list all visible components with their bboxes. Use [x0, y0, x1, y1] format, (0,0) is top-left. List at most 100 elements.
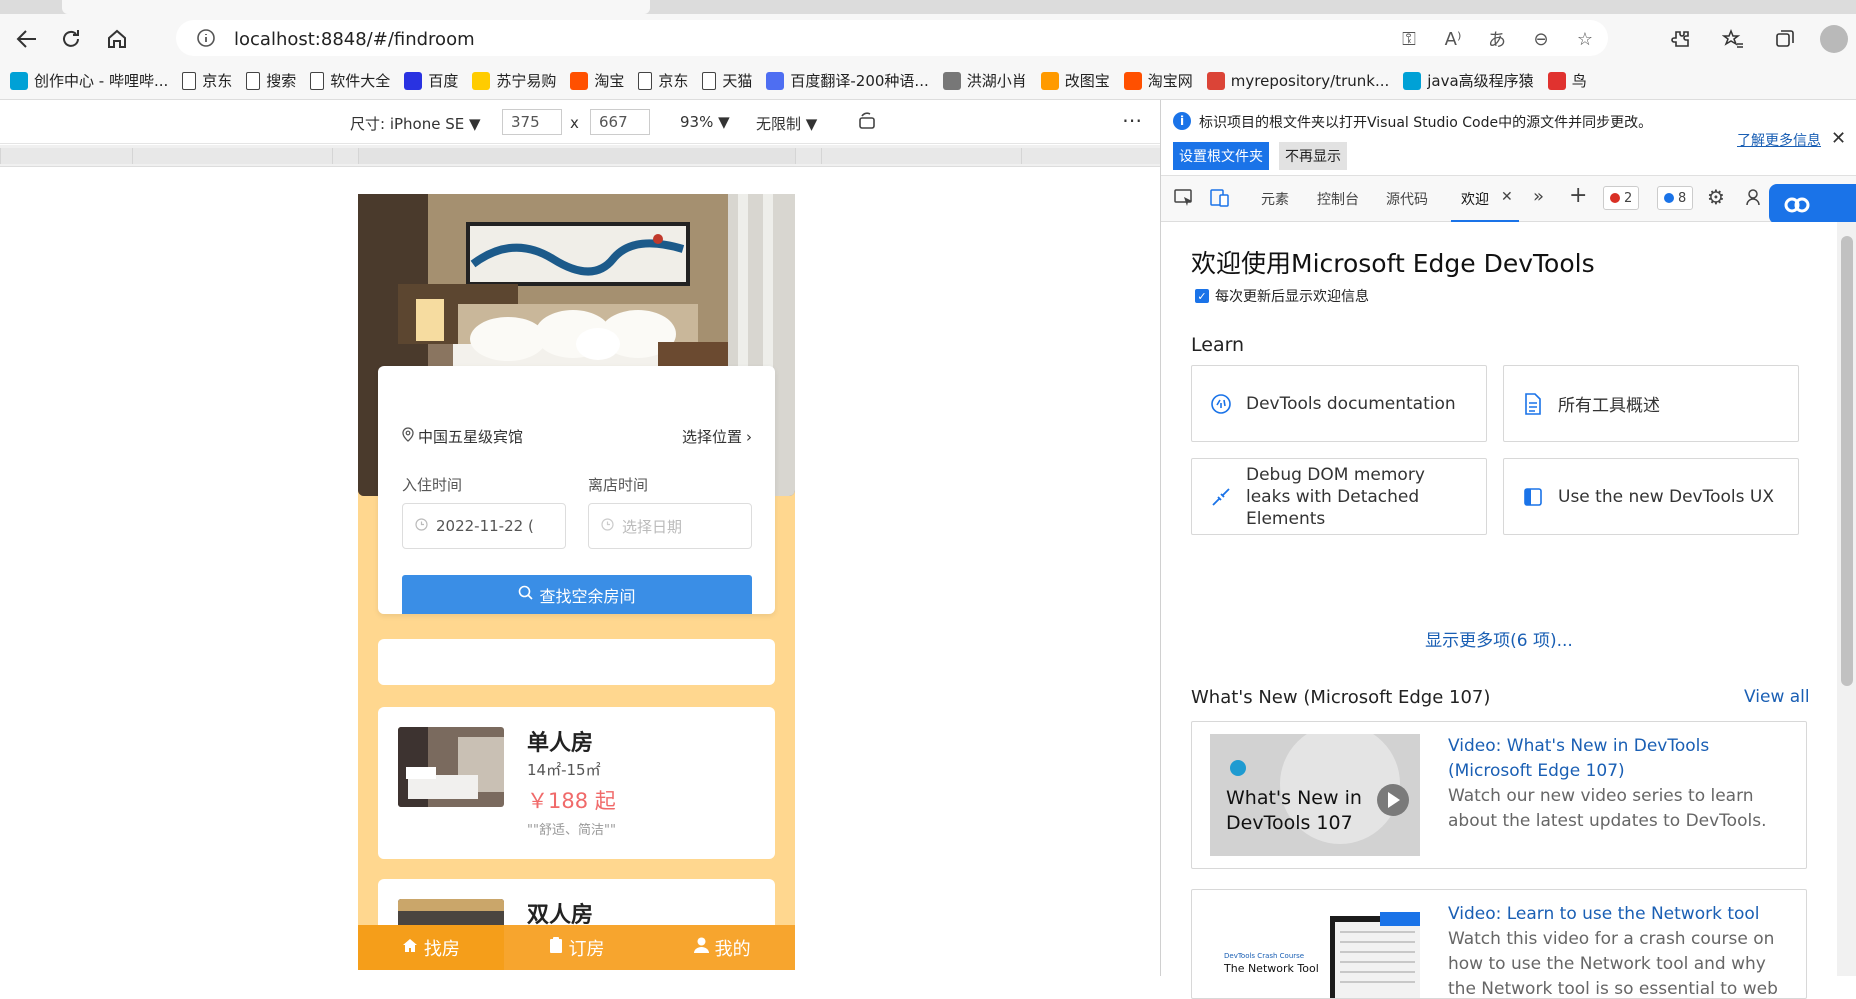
checkout-label: 离店时间: [588, 476, 649, 494]
feedback-icon[interactable]: [1745, 186, 1767, 212]
active-tab[interactable]: [62, 0, 650, 14]
news-item-whats-new[interactable]: What's New in DevTools 107 Video: What's…: [1191, 721, 1807, 869]
tab-mine[interactable]: 我的: [649, 925, 795, 970]
show-more-link[interactable]: 显示更多项(6 项)...: [1161, 626, 1837, 651]
tab-strip: [0, 0, 1856, 14]
url-text[interactable]: localhost:8848/#/findroom: [234, 29, 475, 50]
checkbox-checked-icon[interactable]: ✓: [1195, 289, 1209, 303]
baidu-netdisk-button[interactable]: [1769, 184, 1856, 224]
tab-welcome[interactable]: 欢迎: [1461, 189, 1489, 209]
zoom-out-icon[interactable]: ⊖: [1528, 27, 1554, 51]
close-tab-icon[interactable]: ✕: [1501, 189, 1513, 205]
taobao-icon: [1123, 71, 1142, 90]
dont-show-again-button[interactable]: 不再显示: [1279, 142, 1347, 170]
bookmark-item[interactable]: 软件大全: [310, 70, 404, 91]
refresh-icon[interactable]: [54, 22, 88, 56]
card-devtools-documentation[interactable]: DevTools documentation: [1191, 365, 1487, 442]
profile-avatar[interactable]: [1820, 25, 1848, 53]
gaitubao-icon: [1040, 71, 1059, 90]
learn-more-link[interactable]: 了解更多信息: [1737, 130, 1821, 150]
video-thumbnail-text: What's New in DevTools 107: [1226, 787, 1362, 834]
card-all-tools-overview[interactable]: 所有工具概述: [1503, 365, 1799, 442]
video-thumbnail-caption: DevTools Crash Course: [1224, 952, 1305, 960]
bookmark-item[interactable]: java高级程序猿: [1403, 70, 1547, 91]
bookmark-item[interactable]: 淘宝: [570, 70, 638, 91]
bookmark-item[interactable]: 百度: [404, 70, 472, 91]
tab-sources[interactable]: 源代码: [1386, 189, 1428, 209]
tab-book-room[interactable]: 订房: [504, 925, 650, 970]
set-root-folder-button[interactable]: 设置根文件夹: [1173, 142, 1269, 170]
dimension-times: x: [570, 114, 579, 132]
extensions-icon[interactable]: [1664, 22, 1698, 56]
scrollbar-thumb[interactable]: [1841, 236, 1853, 686]
devtools-tabbar: 元素 控制台 源代码 欢迎 ✕ » + 2 8 ⚙: [1161, 176, 1856, 222]
media-query-ruler[interactable]: [0, 145, 1160, 167]
video-thumbnail[interactable]: What's New in DevTools 107: [1210, 734, 1420, 856]
inspect-icon[interactable]: [1173, 187, 1195, 213]
view-all-link[interactable]: View all: [1744, 687, 1810, 707]
bilibili-icon: [10, 71, 28, 90]
bookmark-item[interactable]: 搜索: [246, 70, 310, 91]
tab-find-room[interactable]: 找房: [358, 925, 504, 970]
news-item-network-tool[interactable]: DevTools Crash Course The Network Tool V…: [1191, 889, 1807, 999]
close-icon[interactable]: ✕: [1831, 128, 1846, 149]
empty-card: [378, 639, 775, 685]
page-icon: [246, 71, 261, 90]
show-welcome-checkbox[interactable]: ✓ 每次更新后显示欢迎信息: [1195, 286, 1369, 306]
bookmark-item[interactable]: 淘宝网: [1123, 70, 1207, 91]
video-thumbnail[interactable]: DevTools Crash Course The Network Tool: [1210, 902, 1420, 998]
bookmark-item[interactable]: 鸟: [1547, 70, 1601, 91]
device-height-input[interactable]: 667: [590, 109, 650, 135]
message-badge[interactable]: 8: [1657, 186, 1694, 210]
more-options-icon[interactable]: ⋯: [1122, 108, 1142, 132]
translate-icon[interactable]: あ: [1484, 27, 1510, 51]
file-icon: [1522, 392, 1544, 415]
news-title[interactable]: Video: What's New in DevTools (Microsoft…: [1448, 734, 1788, 784]
bookmark-item[interactable]: myrepository/trunk...: [1206, 71, 1403, 90]
read-aloud-icon[interactable]: A⁾: [1440, 27, 1466, 51]
more-tabs-icon[interactable]: »: [1533, 186, 1544, 207]
tab-elements[interactable]: 元素: [1261, 189, 1289, 209]
whats-new-heading: What's New (Microsoft Edge 107): [1191, 687, 1491, 708]
checkin-date-input[interactable]: 2022-11-22 (: [402, 503, 566, 549]
user-icon: [693, 937, 709, 958]
room-photo: [398, 727, 504, 807]
find-rooms-button[interactable]: 查找空余房间: [402, 575, 752, 614]
card-debug-dom-leaks[interactable]: Debug DOM memory leaks with Detached Ele…: [1191, 458, 1487, 535]
device-size-select[interactable]: 尺寸: iPhone SE ▼: [350, 113, 481, 134]
card-new-devtools-ux[interactable]: Use the new DevTools UX: [1503, 458, 1799, 535]
error-badge[interactable]: 2: [1603, 186, 1640, 210]
bookmark-item[interactable]: 洪湖小肖: [942, 70, 1041, 91]
bookmark-item[interactable]: 创作中心 - 哔哩哔...: [10, 70, 182, 91]
bookmark-item[interactable]: 京东: [638, 70, 702, 91]
news-title[interactable]: Video: Learn to use the Network tool: [1448, 902, 1788, 927]
bookmark-item[interactable]: 京东: [182, 70, 246, 91]
add-tab-icon[interactable]: +: [1569, 183, 1587, 208]
gear-icon[interactable]: ⚙: [1707, 185, 1725, 209]
video-thumbnail-text: The Network Tool: [1224, 962, 1319, 975]
checkout-date-input[interactable]: 选择日期: [588, 503, 752, 549]
pick-location-link[interactable]: 选择位置 ›: [682, 426, 752, 447]
favorites-icon[interactable]: [1716, 22, 1750, 56]
site-info-icon[interactable]: [196, 28, 216, 52]
favorite-add-icon[interactable]: ☆: [1572, 27, 1598, 51]
tab-console[interactable]: 控制台: [1317, 189, 1359, 209]
bookmark-item[interactable]: 改图宝: [1040, 70, 1124, 91]
room-card-single[interactable]: 单人房 14㎡-15㎡ ￥188 起 ""舒适、简洁"": [378, 707, 775, 859]
address-bar[interactable]: localhost:8848/#/findroom ⚿ A⁾ あ ⊖ ☆: [176, 20, 1608, 56]
device-emulation-icon[interactable]: [1209, 187, 1231, 213]
bookmark-item[interactable]: 苏宁易购: [472, 70, 570, 91]
bookmark-item[interactable]: 百度翻译-200种语...: [766, 70, 942, 91]
throttle-select[interactable]: 无限制 ▼: [756, 113, 817, 134]
collections-icon[interactable]: [1768, 22, 1802, 56]
devtools-infobar: i 标识项目的根文件夹以打开Visual Studio Code中的源文件并同步…: [1161, 100, 1856, 176]
clipboard-icon: [549, 937, 563, 958]
device-width-input[interactable]: 375: [502, 109, 562, 135]
devtools-scrollbar[interactable]: [1837, 222, 1856, 976]
back-icon[interactable]: [10, 22, 44, 56]
bookmark-item[interactable]: 天猫: [702, 70, 766, 91]
zoom-select[interactable]: 93% ▼: [680, 113, 730, 131]
home-icon[interactable]: [100, 22, 134, 56]
key-icon[interactable]: ⚿: [1396, 27, 1422, 51]
rotate-icon[interactable]: [856, 110, 878, 136]
